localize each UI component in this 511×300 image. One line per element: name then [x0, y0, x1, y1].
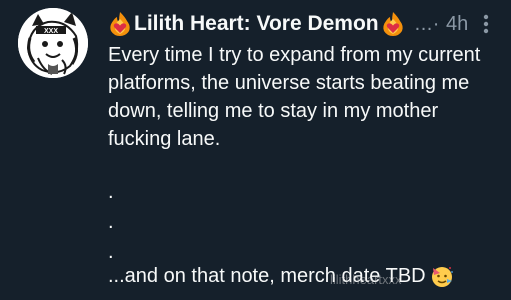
watermark: lilithheartxxx: [330, 272, 402, 287]
meta-ellipsis: ...·: [414, 12, 440, 35]
party-face-icon: [431, 267, 453, 287]
separator-dot: .: [108, 181, 114, 203]
tweet-body-text: Every time I try to expand from my curre…: [108, 44, 486, 150]
fire-heart-icon: [382, 12, 403, 36]
fire-heart-icon: [110, 12, 130, 36]
separator-dot: .: [108, 241, 114, 263]
display-name[interactable]: Lilith Heart: Vore Demon: [134, 12, 379, 36]
svg-text:XXX: XXX: [44, 28, 58, 35]
tweet-header: Lilith Heart: Vore Demon ...· 4h: [108, 9, 468, 39]
separator-dot: .: [108, 211, 114, 233]
timestamp[interactable]: 4h: [446, 13, 468, 36]
avatar[interactable]: XXX: [18, 8, 88, 78]
tweet: XXX Lilith Heart: Vore Demon ...· 4h Eve…: [0, 0, 511, 300]
cartoon-character-avatar-icon: XXX: [18, 8, 88, 78]
vertical-ellipsis-icon[interactable]: [478, 12, 494, 36]
